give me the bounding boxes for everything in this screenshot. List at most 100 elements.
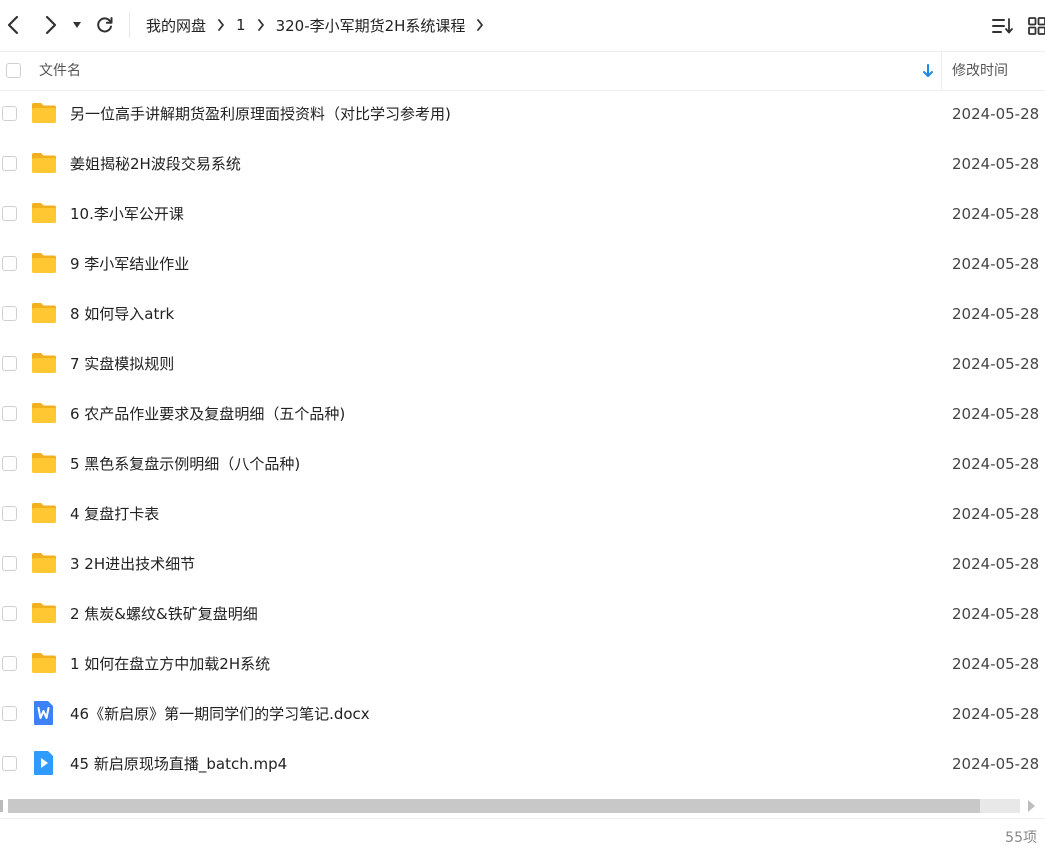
video-file-icon [31,750,57,780]
row-checkbox[interactable] [2,606,17,621]
item-count: 55项 [1005,819,1037,857]
file-list-header: 文件名 修改时间 [0,51,1045,91]
scrollbar-left-arrow[interactable] [0,800,3,812]
folder-icon [31,601,57,629]
file-name[interactable]: 1 如何在盘立方中加载2H系统 [70,639,270,689]
row-checkbox[interactable] [2,756,17,771]
file-name[interactable]: 9 李小军结业作业 [70,239,189,289]
row-checkbox[interactable] [2,256,17,271]
file-row[interactable]: 4 复盘打卡表 2024-05-28 [0,489,1045,539]
file-name[interactable]: 45 新启原现场直播_batch.mp4 [70,739,287,789]
file-modified-date: 2024-05-28 [952,189,1039,239]
file-row[interactable]: 1 如何在盘立方中加载2H系统 2024-05-28 [0,639,1045,689]
breadcrumb-separator-icon [257,19,265,31]
file-modified-date: 2024-05-28 [952,439,1039,489]
file-row[interactable]: 8 如何导入atrk 2024-05-28 [0,289,1045,339]
word-doc-icon [31,700,57,730]
file-name[interactable]: 10.李小军公开课 [70,189,184,239]
chevron-left-icon [6,15,20,35]
file-name[interactable]: 5 黑色系复盘示例明细（八个品种) [70,439,300,489]
file-row[interactable]: 46《新启原》第一期同学们的学习笔记.docx 2024-05-28 [0,689,1045,739]
row-checkbox[interactable] [2,506,17,521]
file-name[interactable]: 姜姐揭秘2H波段交易系统 [70,139,241,189]
breadcrumb-item[interactable]: 1 [236,16,246,34]
file-name[interactable]: 2 焦炭&螺纹&铁矿复盘明细 [70,589,258,639]
file-row[interactable]: 姜姐揭秘2H波段交易系统 2024-05-28 [0,139,1045,189]
file-modified-date: 2024-05-28 [952,89,1039,139]
file-name[interactable]: 46《新启原》第一期同学们的学习笔记.docx [70,689,370,739]
file-row[interactable]: 45 新启原现场直播_batch.mp4 2024-05-28 [0,739,1045,789]
file-modified-date: 2024-05-28 [952,689,1039,739]
horizontal-scrollbar[interactable] [0,796,1045,816]
file-modified-date: 2024-05-28 [952,489,1039,539]
file-row[interactable]: 9 李小军结业作业 2024-05-28 [0,239,1045,289]
row-checkbox[interactable] [2,206,17,221]
caret-down-icon [72,21,82,29]
row-checkbox[interactable] [2,456,17,471]
file-modified-date: 2024-05-28 [952,639,1039,689]
folder-icon [31,201,57,229]
row-checkbox[interactable] [2,406,17,421]
column-resize-handle[interactable] [941,52,942,90]
breadcrumb-separator-icon [217,19,225,31]
sort-order-button[interactable] [990,13,1016,39]
file-row[interactable]: 7 实盘模拟规则 2024-05-28 [0,339,1045,389]
sort-descending-icon[interactable] [921,63,935,79]
grid-view-icon [1028,17,1045,35]
toolbar: 我的网盘 1 320-李小军期货2H系统课程 [0,0,1045,50]
folder-icon [31,501,57,529]
breadcrumb-item[interactable]: 我的网盘 [146,15,206,36]
file-row[interactable]: 3 2H进出技术细节 2024-05-28 [0,539,1045,589]
file-row[interactable]: 另一位高手讲解期货盈利原理面授资料（对比学习参考用) 2024-05-28 [0,89,1045,139]
file-row[interactable]: 5 黑色系复盘示例明细（八个品种) 2024-05-28 [0,439,1045,489]
row-checkbox[interactable] [2,356,17,371]
file-row[interactable]: 10.李小军公开课 2024-05-28 [0,189,1045,239]
grid-view-button[interactable] [1024,13,1045,39]
file-modified-date: 2024-05-28 [952,739,1039,789]
folder-icon [31,401,57,429]
file-name[interactable]: 另一位高手讲解期货盈利原理面授资料（对比学习参考用) [70,89,451,139]
folder-icon [31,551,57,579]
breadcrumb-expand-icon[interactable] [476,19,484,31]
folder-icon [31,451,57,479]
folder-icon [31,151,57,179]
forward-button[interactable] [38,10,64,40]
file-modified-date: 2024-05-28 [952,289,1039,339]
refresh-icon [96,16,114,34]
file-name[interactable]: 7 实盘模拟规则 [70,339,174,389]
file-row[interactable]: 2 焦炭&螺纹&铁矿复盘明细 2024-05-28 [0,589,1045,639]
toolbar-divider [129,12,130,38]
row-checkbox[interactable] [2,656,17,671]
refresh-button[interactable] [92,10,118,40]
file-name[interactable]: 8 如何导入atrk [70,289,174,339]
file-modified-date: 2024-05-28 [952,339,1039,389]
folder-icon [31,651,57,679]
file-modified-date: 2024-05-28 [952,589,1039,639]
file-name[interactable]: 6 农产品作业要求及复盘明细（五个品种) [70,389,345,439]
file-modified-date: 2024-05-28 [952,239,1039,289]
file-modified-date: 2024-05-28 [952,539,1039,589]
scrollbar-right-arrow-icon[interactable] [1026,799,1036,813]
breadcrumb-current[interactable]: 320-李小军期货2H系统课程 [276,15,466,36]
chevron-right-icon [44,15,58,35]
column-header-modified[interactable]: 修改时间 [952,52,1008,90]
file-name[interactable]: 4 复盘打卡表 [70,489,159,539]
file-row[interactable]: 6 农产品作业要求及复盘明细（五个品种) 2024-05-28 [0,389,1045,439]
select-all-checkbox[interactable] [6,63,21,78]
file-modified-date: 2024-05-28 [952,139,1039,189]
scrollbar-thumb[interactable] [8,799,980,813]
folder-icon [31,301,57,329]
row-checkbox[interactable] [2,106,17,121]
back-button[interactable] [0,10,26,40]
column-header-name[interactable]: 文件名 [39,52,81,90]
breadcrumb: 我的网盘 1 320-李小军期货2H系统课程 [146,0,495,50]
row-checkbox[interactable] [2,156,17,171]
history-dropdown-button[interactable] [67,10,87,40]
folder-icon [31,251,57,279]
row-checkbox[interactable] [2,556,17,571]
file-name[interactable]: 3 2H进出技术细节 [70,539,195,589]
file-modified-date: 2024-05-28 [952,389,1039,439]
row-checkbox[interactable] [2,306,17,321]
row-checkbox[interactable] [2,706,17,721]
status-bar: 55项 [0,818,1045,852]
